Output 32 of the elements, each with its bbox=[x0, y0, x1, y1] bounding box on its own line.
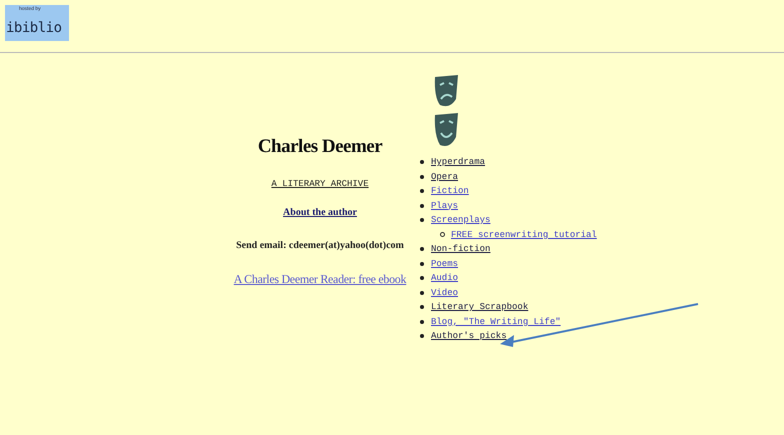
menu-link[interactable]: FREE screenwriting tutorial bbox=[451, 228, 597, 242]
menu-link[interactable]: Opera bbox=[431, 170, 458, 184]
bullet-icon bbox=[420, 320, 424, 324]
bullet-icon bbox=[420, 204, 424, 208]
menu-link[interactable]: Fiction bbox=[431, 184, 469, 198]
menu-link[interactable]: Poems bbox=[431, 256, 458, 271]
archive-link[interactable]: A LITERARY ARCHIVE bbox=[271, 178, 369, 191]
bullet-icon bbox=[420, 218, 424, 222]
menu-link[interactable]: Hyperdrama bbox=[431, 155, 486, 170]
menu-link[interactable]: Author's picks bbox=[431, 329, 507, 344]
author-name: Charles Deemer bbox=[258, 135, 382, 159]
menu-link[interactable]: Literary Scrapbook bbox=[431, 300, 528, 314]
bullet-icon bbox=[420, 276, 424, 280]
email-text: Send email: cdeemer(at)yahoo(dot)com bbox=[236, 239, 404, 253]
bullet-icon bbox=[420, 305, 424, 310]
ebook-link[interactable]: A Charles Deemer Reader: free ebook bbox=[234, 270, 406, 288]
bullet-icon bbox=[420, 160, 424, 164]
menu-link[interactable]: Screenplays bbox=[431, 213, 490, 228]
bullet-icon bbox=[420, 247, 424, 252]
menu-link[interactable]: Video bbox=[431, 286, 458, 300]
bullet-icon bbox=[420, 290, 424, 295]
menu-link[interactable]: Plays bbox=[431, 198, 458, 213]
bullet-icon bbox=[420, 174, 424, 179]
bullet-icon bbox=[440, 232, 445, 238]
bullet-icon bbox=[420, 189, 424, 194]
about-link[interactable]: About the author bbox=[283, 205, 357, 220]
logo-wordmark: ibiblio bbox=[6, 19, 62, 38]
menu-link[interactable]: Blog, "The Writing Life" bbox=[431, 314, 561, 329]
bullet-icon bbox=[420, 262, 424, 266]
menu-link[interactable]: Audio bbox=[431, 271, 458, 286]
bullet-icon bbox=[420, 334, 424, 338]
menu-link[interactable]: Non-fiction bbox=[431, 242, 490, 256]
